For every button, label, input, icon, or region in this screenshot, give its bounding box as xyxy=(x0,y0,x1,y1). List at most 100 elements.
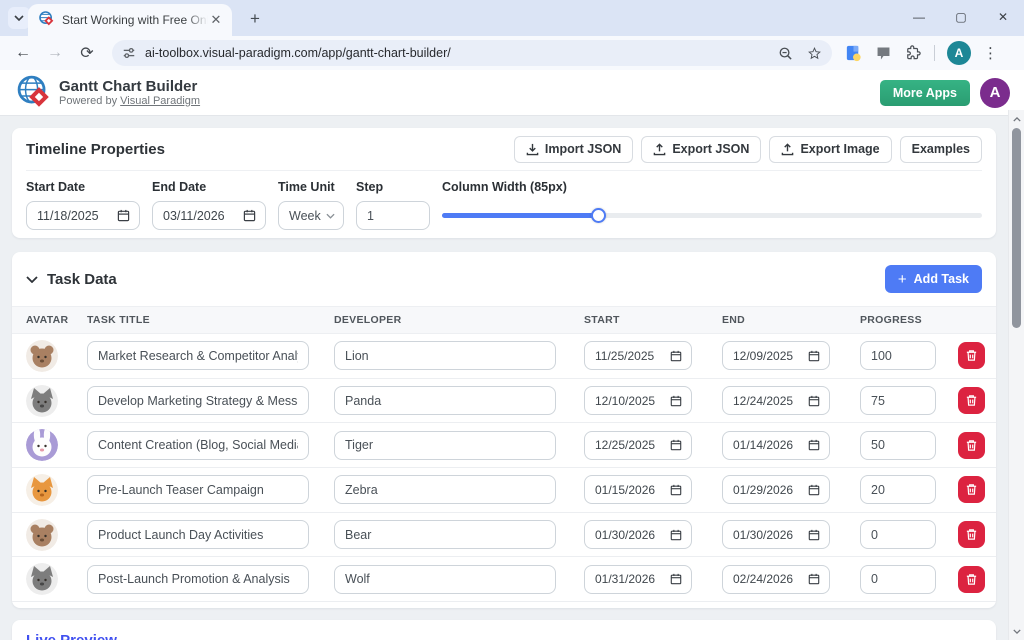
end-date-input[interactable]: 01/14/2026 xyxy=(722,431,830,460)
progress-input[interactable] xyxy=(860,341,936,370)
calendar-icon[interactable] xyxy=(670,350,682,362)
browser-menu-icon[interactable]: ⋮ xyxy=(983,44,998,62)
calendar-icon[interactable] xyxy=(808,529,820,541)
calendar-icon[interactable] xyxy=(670,573,682,585)
delete-task-button[interactable] xyxy=(958,566,985,593)
tab-close-icon[interactable]: ✕ xyxy=(208,12,224,28)
site-settings-tune-icon[interactable] xyxy=(122,46,136,60)
window-maximize-button[interactable]: ▢ xyxy=(940,0,982,34)
user-avatar[interactable]: A xyxy=(980,78,1010,108)
export-json-button[interactable]: Export JSON xyxy=(641,136,761,163)
calendar-icon[interactable] xyxy=(808,395,820,407)
developer-input[interactable] xyxy=(334,431,556,460)
developer-input[interactable] xyxy=(334,520,556,549)
bookmark-star-icon[interactable] xyxy=(807,46,822,61)
calendar-icon[interactable] xyxy=(670,395,682,407)
progress-input[interactable] xyxy=(860,520,936,549)
start-date-input[interactable]: 11/25/2025 xyxy=(584,341,692,370)
progress-input[interactable] xyxy=(860,431,936,460)
window-close-button[interactable]: ✕ xyxy=(982,0,1024,34)
tab-list-chevron-button[interactable] xyxy=(8,7,30,29)
back-button[interactable]: ← xyxy=(10,40,36,66)
scrollbar-thumb[interactable] xyxy=(1012,128,1021,328)
task-title-input[interactable] xyxy=(87,386,309,415)
powered-by: Powered by Visual Paradigm xyxy=(59,95,200,107)
start-date-field: Start Date 11/18/2025 xyxy=(26,180,140,230)
add-task-button[interactable]: + Add Task xyxy=(885,265,982,293)
step-input[interactable] xyxy=(356,201,430,230)
time-unit-select[interactable]: Week xyxy=(278,201,344,230)
extensions-puzzle-icon[interactable] xyxy=(904,44,922,62)
developer-input[interactable] xyxy=(334,565,556,594)
comment-extension-icon[interactable] xyxy=(875,45,892,62)
end-date-input[interactable]: 01/30/2026 xyxy=(722,520,830,549)
delete-task-button[interactable] xyxy=(958,432,985,459)
slider-track[interactable] xyxy=(442,213,982,218)
task-title-input[interactable] xyxy=(87,431,309,460)
visual-paradigm-link[interactable]: Visual Paradigm xyxy=(120,95,200,107)
calendar-icon[interactable] xyxy=(808,350,820,362)
upload-icon xyxy=(781,143,794,156)
scrollbar-down-arrow[interactable] xyxy=(1009,624,1024,638)
calendar-icon[interactable] xyxy=(808,573,820,585)
slider-thumb[interactable] xyxy=(591,208,606,223)
task-title-input[interactable] xyxy=(87,341,309,370)
delete-task-button[interactable] xyxy=(958,387,985,414)
delete-task-button[interactable] xyxy=(958,521,985,548)
url-bar[interactable]: ai-toolbox.visual-paradigm.com/app/gantt… xyxy=(112,40,832,66)
developer-input[interactable] xyxy=(334,475,556,504)
export-image-button[interactable]: Export Image xyxy=(769,136,891,163)
start-date-input[interactable]: 01/30/2026 xyxy=(584,520,692,549)
examples-button[interactable]: Examples xyxy=(900,136,982,163)
wolf-avatar xyxy=(26,563,58,595)
progress-input[interactable] xyxy=(860,386,936,415)
start-date-value: 01/30/2026 xyxy=(595,528,655,542)
progress-input[interactable] xyxy=(860,565,936,594)
reload-button[interactable]: ⟳ xyxy=(74,40,100,66)
end-date-input[interactable]: 12/24/2025 xyxy=(722,386,830,415)
url-text[interactable]: ai-toolbox.visual-paradigm.com/app/gantt… xyxy=(145,46,778,60)
developer-input[interactable] xyxy=(334,386,556,415)
developer-input[interactable] xyxy=(334,341,556,370)
blue-doc-extension-icon[interactable] xyxy=(844,44,863,63)
start-date-input[interactable]: 12/25/2025 xyxy=(584,431,692,460)
start-date-input[interactable]: 11/18/2025 xyxy=(26,201,140,230)
end-date-input[interactable]: 02/24/2026 xyxy=(722,565,830,594)
collapse-chevron-icon[interactable] xyxy=(26,276,38,283)
zoom-out-indicator-icon[interactable] xyxy=(778,46,793,61)
task-title-input[interactable] xyxy=(87,475,309,504)
start-date-value: 12/25/2025 xyxy=(595,438,655,452)
end-date-input[interactable]: 01/29/2026 xyxy=(722,475,830,504)
calendar-icon[interactable] xyxy=(117,209,130,222)
page-scrollbar[interactable] xyxy=(1008,110,1024,640)
start-date-input[interactable]: 01/15/2026 xyxy=(584,475,692,504)
timeline-properties-title: Timeline Properties xyxy=(26,141,165,158)
delete-task-button[interactable] xyxy=(958,476,985,503)
calendar-icon[interactable] xyxy=(670,439,682,451)
new-tab-button[interactable]: + xyxy=(244,8,266,30)
task-title-input[interactable] xyxy=(87,565,309,594)
start-date-input[interactable]: 12/10/2025 xyxy=(584,386,692,415)
calendar-icon[interactable] xyxy=(670,484,682,496)
table-row: 01/31/2026 02/24/2026 xyxy=(12,557,996,602)
delete-task-button[interactable] xyxy=(958,342,985,369)
forward-button[interactable]: → xyxy=(42,40,68,66)
end-date-input[interactable]: 12/09/2025 xyxy=(722,341,830,370)
calendar-icon[interactable] xyxy=(243,209,256,222)
column-width-slider[interactable] xyxy=(442,201,982,230)
calendar-icon[interactable] xyxy=(670,529,682,541)
end-date-label: End Date xyxy=(152,180,266,194)
tab-title: Start Working with Free Online xyxy=(62,13,208,27)
more-apps-button[interactable]: More Apps xyxy=(880,80,970,106)
task-title-input[interactable] xyxy=(87,520,309,549)
browser-profile-avatar[interactable]: A xyxy=(947,41,971,65)
calendar-icon[interactable] xyxy=(808,484,820,496)
progress-input[interactable] xyxy=(860,475,936,504)
start-date-input[interactable]: 01/31/2026 xyxy=(584,565,692,594)
browser-tab[interactable]: Start Working with Free Online ✕ xyxy=(28,4,232,36)
import-json-button[interactable]: Import JSON xyxy=(514,136,633,163)
scrollbar-up-arrow[interactable] xyxy=(1009,112,1024,126)
end-date-input[interactable]: 03/11/2026 xyxy=(152,201,266,230)
window-minimize-button[interactable]: — xyxy=(898,0,940,34)
calendar-icon[interactable] xyxy=(808,439,820,451)
